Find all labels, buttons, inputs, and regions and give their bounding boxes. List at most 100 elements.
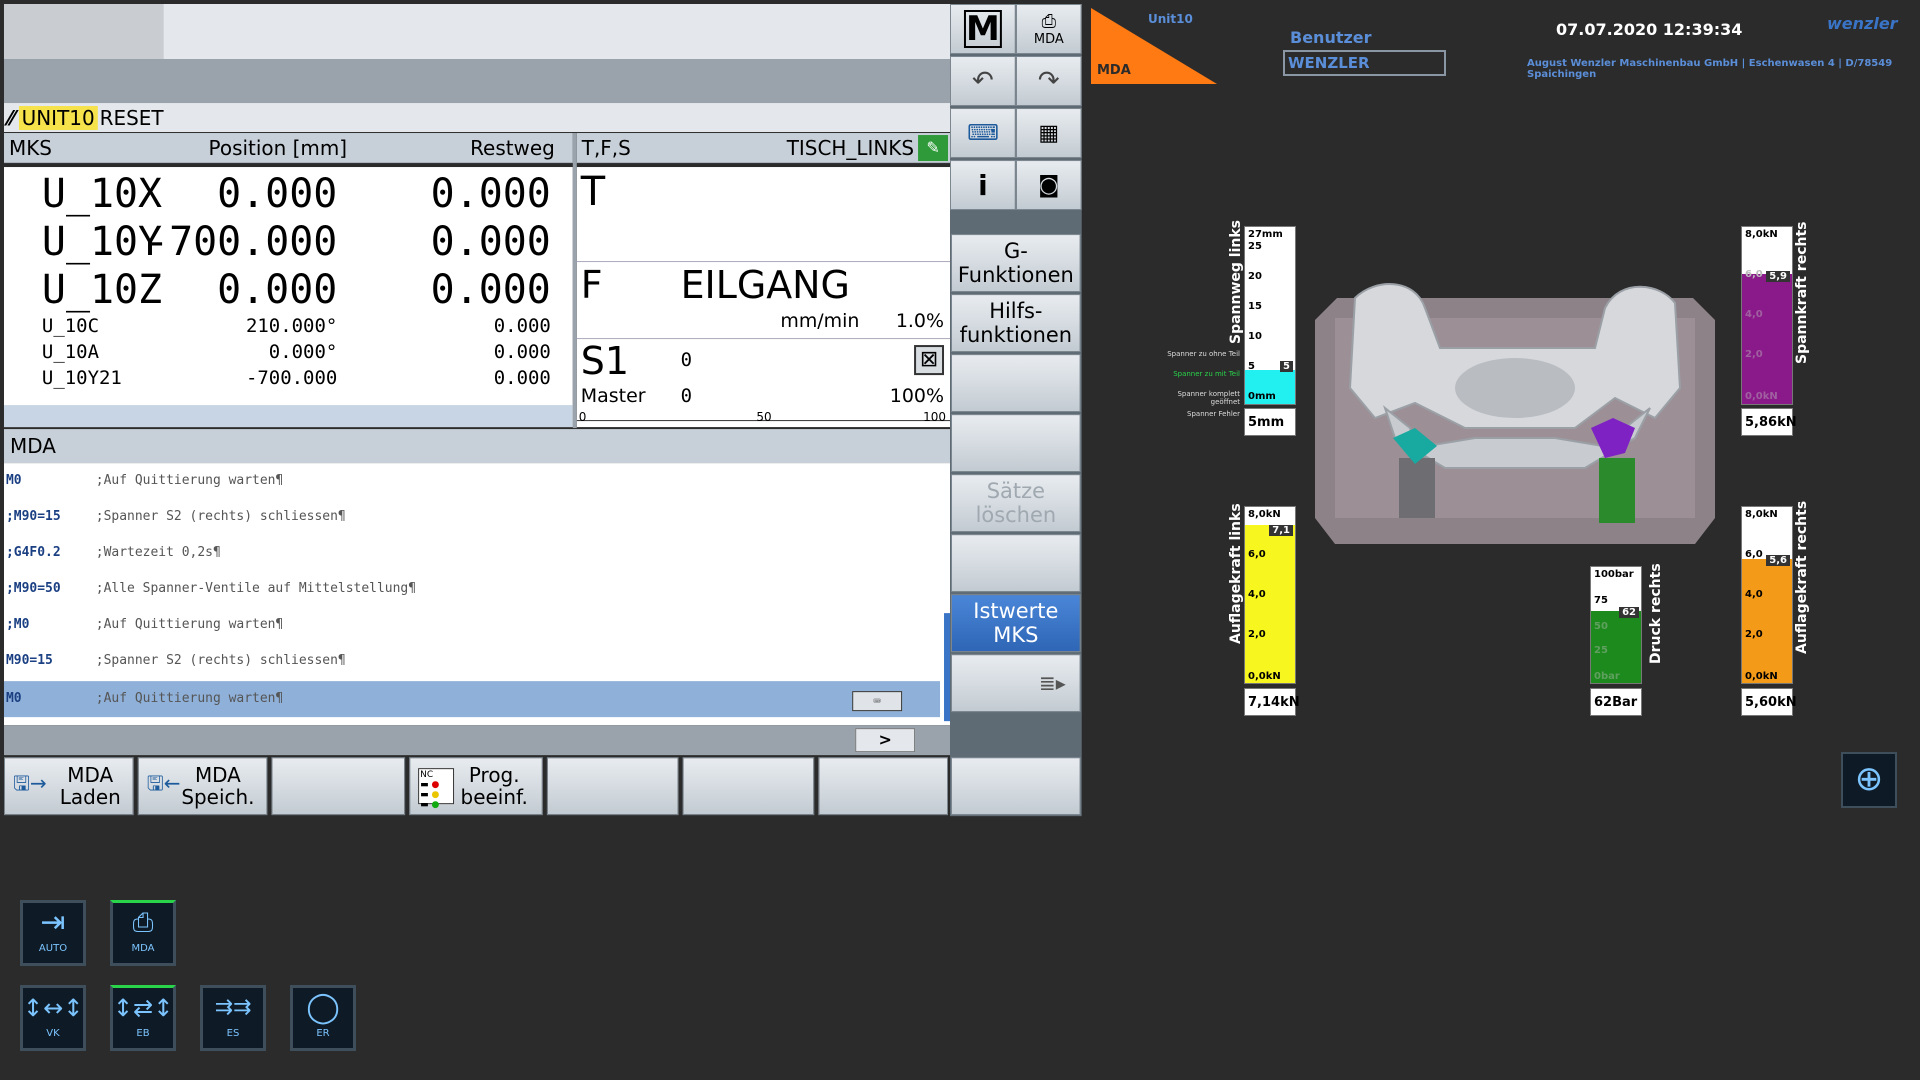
- mda-save-button[interactable]: 🖫← MDA Speich.: [137, 757, 268, 816]
- tick-label: 20: [1248, 271, 1262, 282]
- clamp-force-right-label: Spannkraft rechts: [1794, 221, 1810, 365]
- mda-comment: ;Spanner S2 (rechts) schliessen¶: [95, 653, 346, 669]
- axis-pos: 0.000°: [268, 341, 338, 364]
- mda-footer: >: [3, 725, 951, 756]
- scale-100: 100: [923, 410, 947, 425]
- keyboard-icon[interactable]: ⌨: [852, 691, 903, 712]
- pressure-right-gauge: 100bar 75 50 25 0bar 62: [1590, 566, 1642, 684]
- mode-auto-button[interactable]: ⇥ AUTO: [20, 900, 86, 966]
- axis-row-small: U_10Y21 -700.000 0.000: [4, 365, 573, 391]
- mda-editor[interactable]: M0 ;Auf Quittierung warten¶ ;M90=15 ;Spann…: [3, 463, 951, 726]
- support-force-right-value: 5,60kN: [1741, 688, 1797, 716]
- axis-name: U_10X: [41, 171, 163, 218]
- undo-button[interactable]: ↶: [950, 56, 1016, 107]
- company-address: August Wenzler Maschinenbau GmbH | Esche…: [1527, 58, 1893, 80]
- mda-code: M0: [5, 691, 22, 707]
- mda-code: M0: [5, 473, 22, 489]
- axis-name: U_10C: [41, 315, 99, 338]
- tick-label: 2,0: [1745, 629, 1763, 640]
- mode-vk-button[interactable]: ↕↔↕ VK: [20, 985, 86, 1051]
- mda-line[interactable]: M90=15 ;Spanner S2 (rechts) schliessen¶: [4, 643, 940, 679]
- tick-label: 4,0: [1745, 589, 1763, 600]
- mda-line[interactable]: ;M0 ;Auf Quittierung warten¶: [4, 607, 940, 643]
- tfs-title: T,F,S: [581, 135, 631, 160]
- mda-line-selected[interactable]: M0 ;Auf Quittierung warten¶ ⌨: [3, 681, 941, 718]
- program-control-button[interactable]: NC ▬ ● ▬ ● ▬ ● Prog. beeinf.: [409, 757, 543, 816]
- mode-label: MDA: [1097, 63, 1131, 78]
- softkey-h-empty-2[interactable]: [546, 757, 679, 816]
- mode-es-button[interactable]: ⇉⇉ ES: [200, 985, 266, 1051]
- softkey-empty-4[interactable]: [950, 757, 1081, 816]
- user-field[interactable]: WENZLER: [1283, 50, 1446, 76]
- g-functions-button[interactable]: G- Funktionen: [950, 234, 1081, 293]
- tick-label: 0mm: [1248, 391, 1276, 402]
- support-force-right-fill: [1742, 559, 1792, 683]
- s-value: 0: [680, 349, 692, 372]
- softkey-empty-2[interactable]: [950, 414, 1081, 473]
- mda-line[interactable]: ;M90=50 ;Alle Spanner-Ventile auf Mittels…: [4, 571, 940, 607]
- info-button[interactable]: i: [950, 160, 1016, 211]
- next-arrow-button[interactable]: >: [855, 728, 916, 753]
- calculator-button[interactable]: ▦: [1015, 108, 1082, 159]
- datetime: 07.07.2020 12:39:34: [1556, 20, 1743, 39]
- actual-values-mks-button[interactable]: Istwerte MKS: [950, 594, 1081, 653]
- f-value: EILGANG: [680, 263, 850, 308]
- mda-line[interactable]: ;M90=15 ;Spanner S2 (rechts) schliessen¶: [4, 499, 940, 535]
- mda-line[interactable]: M0 ;Auf Quittierung warten¶: [4, 463, 940, 499]
- eb-icon: ↕⇄↕: [113, 994, 174, 1022]
- redo-icon: ↷: [1037, 66, 1060, 97]
- support-force-left-gauge: 8,0kN 6,0 4,0 2,0 0,0kN 7,1: [1244, 506, 1296, 684]
- softkey-empty-3[interactable]: [950, 534, 1081, 593]
- master-percent: 100%: [889, 385, 945, 408]
- unit-label: Unit10: [1148, 12, 1193, 26]
- keyboard-icon: ⌨: [967, 120, 999, 146]
- mode-eb-button[interactable]: ↕⇄↕ EB: [110, 985, 176, 1051]
- tick-label: 25: [1594, 645, 1608, 656]
- m-icon: M: [963, 10, 1002, 49]
- support-force-left-marker: 7,1: [1269, 525, 1293, 536]
- clamp-travel-left-gauge: 27mm 25 20 15 10 5 0mm 5: [1244, 226, 1296, 405]
- softkey-h-empty-4[interactable]: [818, 757, 949, 816]
- machine-m-button[interactable]: M: [950, 4, 1016, 55]
- mda-code: M90=15: [5, 653, 53, 669]
- program-control-label: Prog. beeinf.: [460, 763, 528, 810]
- clamp-travel-left-label: Spannweg links: [1228, 219, 1244, 344]
- axis-pos: -700.000: [145, 219, 338, 266]
- clamp-travel-left-marker: 5: [1280, 361, 1293, 372]
- master-label: Master: [580, 385, 646, 408]
- tick-label: 15: [1248, 301, 1262, 312]
- tick-label: 5: [1248, 361, 1255, 372]
- softkey-h-empty-3[interactable]: [682, 757, 815, 816]
- mda-mode-button[interactable]: ⎙ MDA: [1015, 4, 1082, 55]
- more-softkeys-button[interactable]: ≣▸: [950, 654, 1081, 713]
- position-display: U_10X 0.000 0.000 U_10Y -700.000 0.000 U…: [3, 167, 573, 428]
- mode-mda-button[interactable]: ⎙ MDA: [110, 900, 176, 966]
- aux-functions-button[interactable]: Hilfs- funktionen: [950, 294, 1081, 353]
- mda-icon: ⎙: [1041, 11, 1056, 33]
- screenshot-button[interactable]: ◙: [1015, 160, 1082, 211]
- legend-error: Spanner Fehler: [1187, 410, 1240, 418]
- reference-button[interactable]: ⊕: [1841, 752, 1897, 808]
- scale-0: 0: [578, 410, 587, 425]
- tick-label: 0bar: [1594, 671, 1620, 682]
- mode-er-button[interactable]: ◯ ER: [290, 985, 356, 1051]
- keyboard-button[interactable]: ⌨: [950, 108, 1016, 159]
- pressure-right-value: 62Bar: [1590, 688, 1642, 716]
- mda-line[interactable]: ;G4F0.2 ;Wartezeit 0,2s¶: [4, 535, 940, 571]
- mda-load-button[interactable]: 🖫→ MDA Laden: [3, 757, 134, 816]
- scale-50: 50: [756, 410, 772, 425]
- mda-comment: ;Spanner S2 (rechts) schliessen¶: [95, 509, 346, 525]
- er-label: ER: [316, 1028, 330, 1039]
- tick-label: 8,0kN: [1248, 509, 1281, 520]
- info-icon: i: [978, 168, 988, 202]
- pressure-right-label: Druck rechts: [1648, 563, 1664, 664]
- redo-button[interactable]: ↷: [1015, 56, 1082, 107]
- clamp-force-right-marker: 5,9: [1766, 271, 1790, 282]
- softkey-h-empty-1[interactable]: [271, 757, 406, 816]
- softkey-empty-1[interactable]: [950, 354, 1081, 413]
- position-footer: [3, 405, 573, 428]
- axis-pos: 210.000°: [245, 315, 338, 338]
- channel-status: RESET: [99, 105, 164, 130]
- delete-blocks-button[interactable]: Sätze löschen: [950, 474, 1081, 533]
- tick-label: 4,0: [1745, 309, 1763, 320]
